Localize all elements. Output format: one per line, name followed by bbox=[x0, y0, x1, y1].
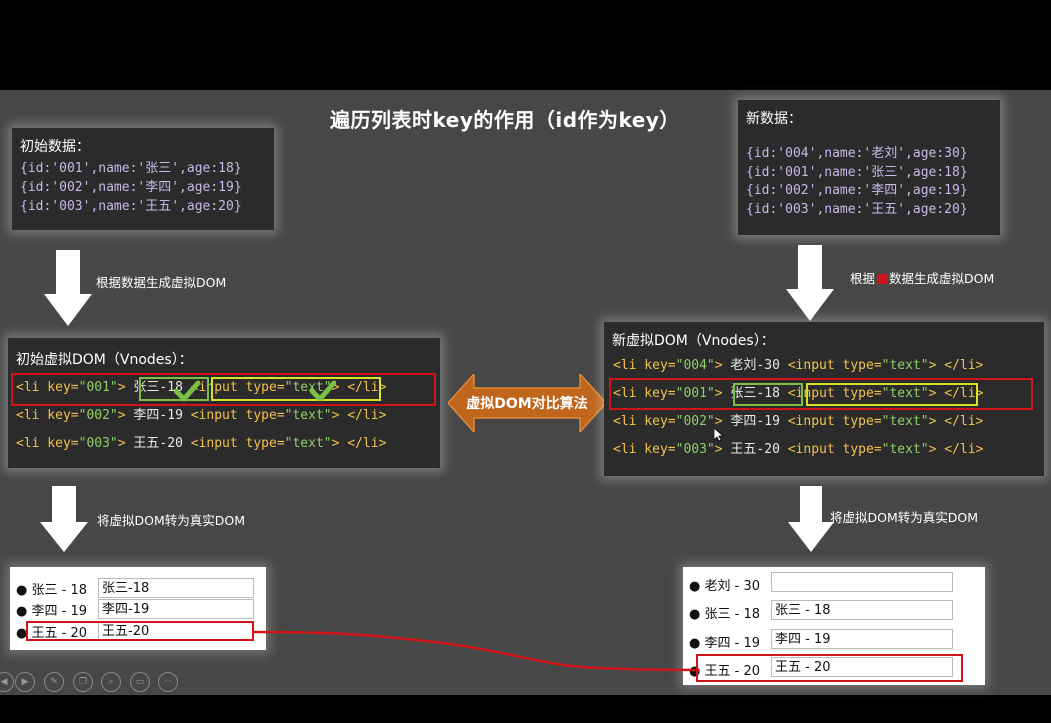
vdom-line: <li key="002"> 李四-19 <input type="text">… bbox=[16, 408, 387, 423]
highlight-box bbox=[26, 621, 254, 641]
initial-data-row: {id:'002',name:'李四',age:19} bbox=[20, 180, 242, 195]
connector-line bbox=[253, 630, 700, 675]
highlight-box bbox=[696, 654, 963, 682]
check-icon bbox=[174, 380, 200, 402]
down-arrow-icon bbox=[44, 250, 92, 326]
zoom-icon[interactable]: ⌕ bbox=[101, 672, 121, 692]
more-icon[interactable]: ··· bbox=[158, 672, 178, 692]
gen-vdom-label-right-a: 根据 bbox=[850, 271, 876, 286]
new-vdom-heading: 新虚拟DOM（Vnodes）： bbox=[612, 333, 775, 349]
new-data-box: 新数据： {id:'004',name:'老刘',age:30} {id:'00… bbox=[738, 100, 1000, 235]
new-data-row: {id:'002',name:'李四',age:19} bbox=[746, 183, 968, 198]
text-input[interactable] bbox=[771, 572, 953, 592]
list-item: ● 张三 - 18 bbox=[16, 583, 87, 598]
list-item: ● 李四 - 19 bbox=[16, 604, 87, 619]
down-arrow-icon bbox=[40, 486, 88, 552]
pen-icon[interactable]: ✎ bbox=[44, 672, 64, 692]
new-data-row: {id:'004',name:'老刘',age:30} bbox=[746, 146, 968, 161]
gen-vdom-label-right-b: 数据生成虚拟DOM bbox=[889, 271, 995, 286]
initial-data-heading: 初始数据： bbox=[20, 139, 90, 155]
gen-vdom-label-right: 根据 数据生成虚拟DOM bbox=[850, 268, 994, 287]
check-icon bbox=[310, 380, 336, 402]
play-icon[interactable]: ▶ bbox=[15, 672, 35, 692]
text-input[interactable]: 李四-19 bbox=[98, 599, 254, 619]
subtitle-icon[interactable]: ▭ bbox=[130, 672, 150, 692]
down-arrow-icon bbox=[786, 245, 834, 321]
list-item: ● 张三 - 18 bbox=[689, 607, 760, 622]
new-data-row: {id:'003',name:'王五',age:20} bbox=[746, 201, 968, 217]
initial-vdom-heading: 初始虚拟DOM（Vnodes）： bbox=[16, 352, 193, 368]
to-real-dom-label-right: 将虚拟DOM转为真实DOM bbox=[830, 510, 978, 525]
slide-title: 遍历列表时key的作用（id作为key） bbox=[330, 108, 680, 132]
list-item: ● 老刘 - 30 bbox=[689, 579, 760, 594]
initial-data-row: {id:'003',name:'王五',age:20} bbox=[20, 199, 242, 214]
red-marker-icon bbox=[877, 274, 888, 284]
initial-data-row: {id:'001',name:'张三',age:18} bbox=[20, 161, 242, 176]
copy-icon[interactable]: ❐ bbox=[73, 672, 93, 692]
vdom-line: <li key="004"> 老刘-30 <input type="text">… bbox=[613, 358, 984, 373]
text-input[interactable]: 李四 - 19 bbox=[771, 629, 953, 649]
to-real-dom-label-left: 将虚拟DOM转为真实DOM bbox=[97, 513, 245, 528]
cursor-icon bbox=[714, 428, 724, 442]
new-data-heading: 新数据： bbox=[746, 111, 802, 127]
input-compare-box bbox=[806, 383, 978, 406]
initial-data-box: 初始数据： {id:'001',name:'张三',age:18} {id:'0… bbox=[12, 128, 274, 230]
vdom-line: <li key="002"> 李四-19 <input type="text">… bbox=[613, 414, 984, 429]
input-compare-box bbox=[211, 377, 381, 401]
diff-label: 虚拟DOM对比算法 bbox=[466, 396, 588, 412]
text-input[interactable]: 张三-18 bbox=[98, 578, 254, 598]
down-arrow-icon bbox=[788, 486, 834, 552]
text-compare-box bbox=[733, 383, 803, 406]
vdom-line: <li key="003"> 王五-20 <input type="text">… bbox=[16, 436, 387, 451]
vdom-line: <li key="003"> 王五-20 <input type="text">… bbox=[613, 442, 984, 457]
new-data-row: {id:'001',name:'张三',age:18} bbox=[746, 164, 968, 180]
text-input[interactable]: 张三 - 18 bbox=[771, 600, 953, 620]
gen-vdom-label-left: 根据数据生成虚拟DOM bbox=[96, 275, 227, 290]
